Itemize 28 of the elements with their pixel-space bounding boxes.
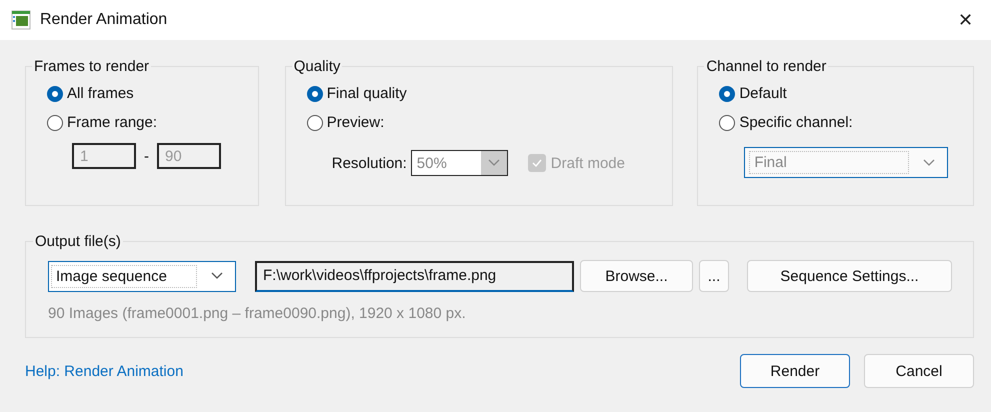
group-title: Channel to render: [705, 58, 828, 75]
radio-button[interactable]: All frames: [47, 79, 258, 108]
dropdown[interactable]: Image sequence: [48, 260, 236, 292]
output-info: 90 Images (frame0001.png – frame0090.png), 1920 x 1080 px.: [48, 305, 467, 322]
app-icon: [11, 10, 31, 30]
button[interactable]: Render: [740, 354, 850, 388]
button[interactable]: Browse...: [580, 260, 693, 292]
path-field[interactable]: F:\work\videos\ffprojects\frame.png: [255, 260, 574, 292]
range-separator: -: [144, 148, 149, 164]
resolution-label: Resolution:: [332, 154, 407, 172]
button[interactable]: ...: [699, 260, 729, 292]
radio-button[interactable]: Frame range:: [47, 108, 258, 137]
group-title: Frames to render: [33, 58, 150, 75]
checkmark-icon: [530, 158, 543, 168]
chevron-down-icon: [923, 158, 936, 166]
button[interactable]: Cancel: [864, 354, 974, 388]
radio-button[interactable]: Default: [719, 79, 973, 108]
radio-button[interactable]: Final quality: [306, 79, 672, 108]
help-link[interactable]: Help: Render Animation: [25, 362, 184, 380]
button[interactable]: Sequence Settings...: [747, 260, 952, 292]
chevron-down-icon: [211, 272, 223, 280]
chevron-down-icon: [488, 159, 500, 167]
radio-button[interactable]: Specific channel:: [719, 108, 973, 137]
close-button[interactable]: ✕: [950, 9, 981, 31]
group-title: Quality: [292, 58, 342, 75]
radio-button[interactable]: Preview:: [306, 108, 672, 137]
window-title: Render Animation: [40, 11, 168, 29]
group-title: Output file(s): [34, 233, 122, 250]
